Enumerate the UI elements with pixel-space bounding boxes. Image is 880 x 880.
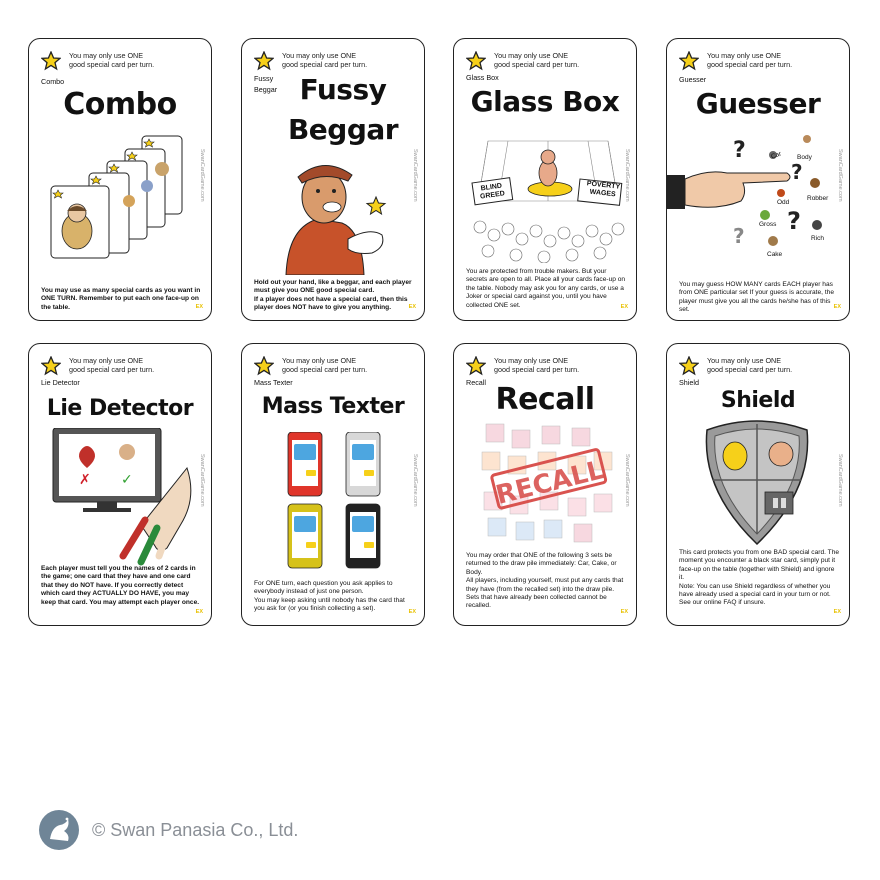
card-description: This card protects you from one BAD spec… [679,549,840,607]
card-title: Combo [63,87,177,122]
card-label: Mass Texter [254,378,293,387]
word-robber: Robber [807,195,829,202]
side-text: SwanCardGame.com [412,149,418,202]
star-icon [254,51,274,71]
card-description: You are protected from trouble makers. B… [466,268,626,309]
word-gross: Gross [759,221,777,228]
card-lie-detector[interactable]: You may only use ONE good special card p… [28,343,212,626]
card-label: Shield [679,378,699,387]
star-icon [41,51,61,71]
svg-text:?: ? [733,224,745,248]
rule-text: You may only use ONE good special card p… [707,356,793,374]
svg-text:?: ? [787,207,801,235]
card-fussy-beggar[interactable]: You may only use ONE good special card p… [241,38,425,321]
side-text: SwanCardGame.com [412,454,418,507]
ex-label: EX [408,609,416,615]
star-icon [679,51,699,71]
card-guesser[interactable]: You may only use ONE good special card p… [666,38,850,321]
card-description: Hold out your hand, like a beggar, and e… [254,279,412,312]
rule-text: You may only use ONE good special card p… [282,356,368,374]
card-recall[interactable]: You may only use ONE good special card p… [453,343,637,626]
star-icon [466,356,486,376]
star-icon [679,356,699,376]
card-shield[interactable]: You may only use ONE good special card p… [666,343,850,626]
card-glass-box[interactable]: You may only use ONE good special card p… [453,38,637,321]
card-fan-icon [50,135,183,259]
card-title: Glass Box [470,85,620,118]
side-text: SwanCardGame.com [199,454,205,507]
star-icon [41,356,61,376]
svg-text:✓: ✓ [121,472,133,488]
phones-icon [287,432,381,569]
card-label: Lie Detector [41,378,80,387]
ex-label: EX [833,609,841,615]
svg-text:✗: ✗ [79,472,91,488]
rule-text: You may only use ONE good special card p… [494,51,580,69]
side-text: SwanCardGame.com [837,454,843,507]
ex-label: EX [195,304,203,310]
ex-label: EX [620,304,628,310]
card-title: Lie Detector [46,396,194,421]
beggar-icon [285,165,387,275]
ex-label: EX [620,609,628,615]
ex-label: EX [195,609,203,615]
rule-text: You may only use ONE good special card p… [494,356,580,374]
card-label: Glass Box [466,73,499,82]
copyright-text: © Swan Panasia Co., Ltd. [92,819,299,840]
rule-text: You may only use ONE good special card p… [282,51,368,69]
lie-detector-tv-icon: ✗ ✓ [52,428,192,566]
word-body: Body [797,154,812,161]
side-text: SwanCardGame.com [624,149,630,202]
card-title: Mass Texter [261,394,405,419]
card-title: Guesser [695,87,821,120]
card-title-line-2: Beggar [287,113,399,146]
card-title: Recall [495,382,595,417]
side-text: SwanCardGame.com [199,149,205,202]
card-mass-texter[interactable]: You may only use ONE good special card p… [241,343,425,626]
word-rich: Rich [811,235,825,242]
rule-text: You may only use ONE good special card p… [707,51,793,69]
word-odd: Odd [777,199,790,206]
ex-label: EX [833,304,841,310]
rule-text: You may only use ONE good special card p… [69,356,155,374]
ex-label: EX [408,304,416,310]
card-description: Each player must tell you the names of 2… [41,565,200,606]
card-label: Guesser [679,75,707,84]
card-description: For ONE turn, each question you ask appl… [254,580,405,613]
card-description: You may order that ONE of the following … [466,552,624,610]
card-title: Shield [720,388,796,413]
star-icon [466,51,486,71]
card-description: You may guess HOW MANY cards EACH player… [679,281,835,314]
card-combo[interactable]: You may only use ONE good special card p… [28,38,212,321]
card-title: Fussy [299,73,387,106]
svg-text:?: ? [733,138,746,163]
side-text: SwanCardGame.com [837,149,843,202]
footer: © Swan Panasia Co., Ltd. [38,808,298,852]
rule-text: You may only use ONE good special card p… [69,51,155,69]
shield-icon [705,420,809,546]
side-text: SwanCardGame.com [624,454,630,507]
star-icon [254,356,274,376]
swan-panasia-logo-icon [39,810,79,850]
card-label: Combo [41,77,65,86]
svg-text:?: ? [791,160,803,184]
word-cake: Cake [767,251,783,258]
card-description: You may use as many special cards as you… [41,287,201,311]
